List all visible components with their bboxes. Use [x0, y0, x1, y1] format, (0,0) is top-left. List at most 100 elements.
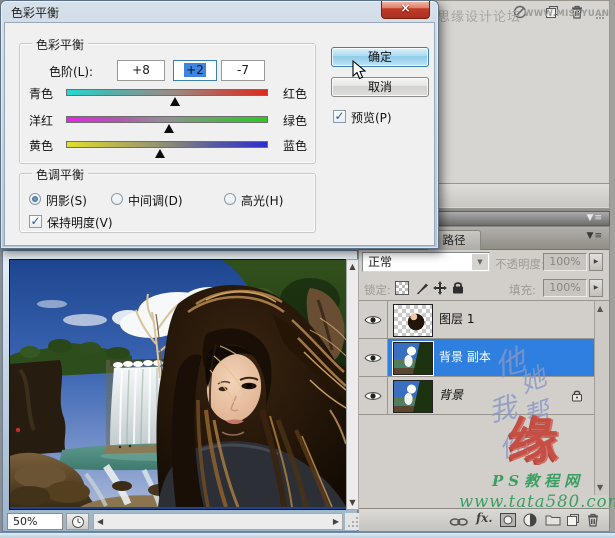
app-window-right-edge	[610, 0, 615, 538]
scroll-down-icon[interactable]: ▼	[348, 498, 357, 507]
blend-mode-row: 正常 ▼ 不透明度: 100% ▶	[359, 249, 609, 275]
adjustment-layer-icon[interactable]	[523, 513, 537, 530]
lock-label: 锁定:	[364, 283, 391, 297]
document-window: ▲ ▼ 50% ◀ ▶	[2, 250, 359, 532]
magenta-green-slider-thumb[interactable]	[164, 124, 174, 133]
new-layer-icon[interactable]	[566, 513, 580, 530]
opacity-spin-icon[interactable]: ▶	[589, 253, 603, 271]
visibility-cell[interactable]	[359, 339, 388, 376]
levels-label: 色阶(L):	[49, 65, 94, 79]
layer-thumbnail[interactable]	[393, 380, 433, 413]
check-icon: ✓	[30, 214, 41, 228]
color-balance-group-label: 色彩平衡	[32, 36, 89, 53]
dialog-body: 色彩平衡 色阶(L): +8 +2 -7 青色 红色 洋红 绿色 黄色 蓝色 色…	[4, 22, 435, 246]
timing-info-button[interactable]	[66, 513, 89, 530]
zoom-level-field[interactable]: 50%	[7, 513, 63, 530]
level-field-2[interactable]: +2	[173, 60, 217, 81]
link-layers-icon[interactable]	[449, 516, 469, 530]
layer-style-fx-icon[interactable]: fx.	[476, 511, 493, 525]
preserve-luminosity-label[interactable]: 保持明度(V)	[47, 214, 113, 231]
forum-url-watermark: WWW.MISSYUAN.COM	[524, 9, 615, 19]
layers-toolbar: fx.	[359, 508, 609, 531]
photo-canvas[interactable]	[9, 259, 347, 510]
blend-mode-select[interactable]: 正常 ▼	[362, 252, 490, 272]
background-lock-icon	[571, 389, 583, 405]
cyan-red-slider[interactable]	[66, 89, 268, 96]
scroll-up-icon[interactable]: ▲	[597, 304, 603, 313]
radio-midtones[interactable]	[111, 193, 123, 205]
check-icon: ✓	[334, 109, 345, 123]
radio-midtones-label[interactable]: 中间调(D)	[128, 192, 183, 209]
trash-icon[interactable]	[587, 513, 599, 530]
preview-checkbox[interactable]: ✓	[333, 110, 346, 123]
opacity-label: 不透明度:	[495, 257, 545, 271]
layer-name[interactable]: 背景 副本	[439, 339, 491, 376]
radio-highlights[interactable]	[224, 193, 236, 205]
slider1-left-label: 青色	[29, 87, 54, 101]
scroll-right-icon[interactable]: ▶	[333, 517, 339, 526]
slider2-left-label: 洋红	[29, 114, 54, 128]
layer-list-scrollbar[interactable]: ▲ ▼	[594, 301, 608, 495]
preview-label[interactable]: 预览(P)	[351, 109, 392, 126]
new-group-folder-icon[interactable]	[545, 514, 561, 529]
cancel-button[interactable]: 取消	[331, 77, 429, 97]
site-url-watermark: www.tata580.com	[459, 492, 615, 511]
resize-grip-icon[interactable]	[345, 513, 359, 530]
level-field-1[interactable]: +8	[117, 60, 165, 81]
level-field-3[interactable]: -7	[221, 60, 265, 81]
forum-watermark: 思缘设计论坛	[437, 10, 522, 25]
photoshop-workspace: ▼ 思缘设计论坛 WWW.MISSYUAN.COM ▼≡ 路径 ▼≡	[0, 0, 615, 538]
magenta-green-slider[interactable]	[66, 116, 268, 123]
scroll-left-icon[interactable]: ◀	[97, 517, 103, 526]
cyan-red-slider-thumb[interactable]	[170, 97, 180, 106]
layers-panel-menu-icon[interactable]: ▼≡	[587, 230, 603, 243]
layer-row-background[interactable]: 背景	[359, 377, 596, 415]
layer-name[interactable]: 图层 1	[439, 301, 474, 338]
horizontal-scrollbar[interactable]: ◀ ▶	[93, 513, 343, 530]
visibility-cell[interactable]	[359, 377, 388, 414]
preserve-luminosity-checkbox[interactable]: ✓	[29, 215, 42, 228]
red-seal-watermark: 缘	[508, 412, 558, 470]
scroll-down-icon[interactable]: ▼	[597, 483, 603, 492]
photo-illustration	[10, 260, 346, 508]
layer-row-background-copy[interactable]: 背景 副本	[359, 339, 596, 377]
fill-value[interactable]: 100%	[543, 279, 587, 297]
yellow-blue-slider[interactable]	[66, 141, 268, 148]
lock-position-move-icon[interactable]	[433, 281, 447, 298]
radio-shadows-label[interactable]: 阴影(S)	[46, 192, 87, 209]
chevron-down-icon[interactable]: ▼	[472, 254, 488, 270]
slider3-left-label: 黄色	[29, 139, 54, 153]
radio-shadows[interactable]	[29, 193, 41, 205]
vertical-scrollbar[interactable]: ▲ ▼	[346, 259, 359, 510]
yellow-blue-slider-thumb[interactable]	[155, 149, 165, 158]
ok-button[interactable]: 确定	[331, 47, 429, 67]
eye-icon	[364, 354, 382, 362]
radio-highlights-label[interactable]: 高光(H)	[241, 192, 283, 209]
eye-icon	[364, 316, 382, 324]
layer-thumbnail[interactable]	[392, 341, 434, 376]
color-balance-dialog: 色彩平衡 × 色彩平衡 色阶(L): +8 +2 -7 青色 红色 洋红 绿色 …	[0, 0, 439, 249]
layer-name[interactable]: 背景	[439, 377, 463, 414]
panel-menu-icon[interactable]: ▼≡	[587, 212, 603, 225]
visibility-cell[interactable]	[359, 301, 388, 338]
lock-transparency-icon[interactable]	[395, 281, 409, 295]
lock-all-padlock-icon[interactable]	[452, 281, 464, 297]
blend-mode-value: 正常	[368, 255, 393, 269]
tone-balance-group-label: 色调平衡	[32, 166, 89, 183]
eye-icon	[364, 392, 382, 400]
layer-row-layer1[interactable]: 图层 1	[359, 301, 596, 339]
lock-pixels-brush-icon[interactable]	[415, 281, 429, 298]
lock-row: 锁定: 填充: 100% ▶	[359, 275, 609, 301]
opacity-value[interactable]: 100%	[543, 253, 587, 271]
slider1-right-label: 红色	[283, 87, 308, 101]
add-layer-mask-icon[interactable]	[500, 513, 516, 530]
dialog-title: 色彩平衡	[11, 6, 60, 20]
fill-spin-icon[interactable]: ▶	[589, 279, 603, 297]
close-icon[interactable]: ×	[381, 1, 430, 19]
fill-label: 填充:	[509, 283, 536, 297]
slider2-right-label: 绿色	[283, 114, 308, 128]
slider3-right-label: 蓝色	[283, 139, 308, 153]
layer-thumbnail[interactable]	[393, 304, 433, 337]
layer-list: 图层 1 背景 副本 背景	[359, 301, 596, 415]
scroll-up-icon[interactable]: ▲	[348, 262, 357, 271]
